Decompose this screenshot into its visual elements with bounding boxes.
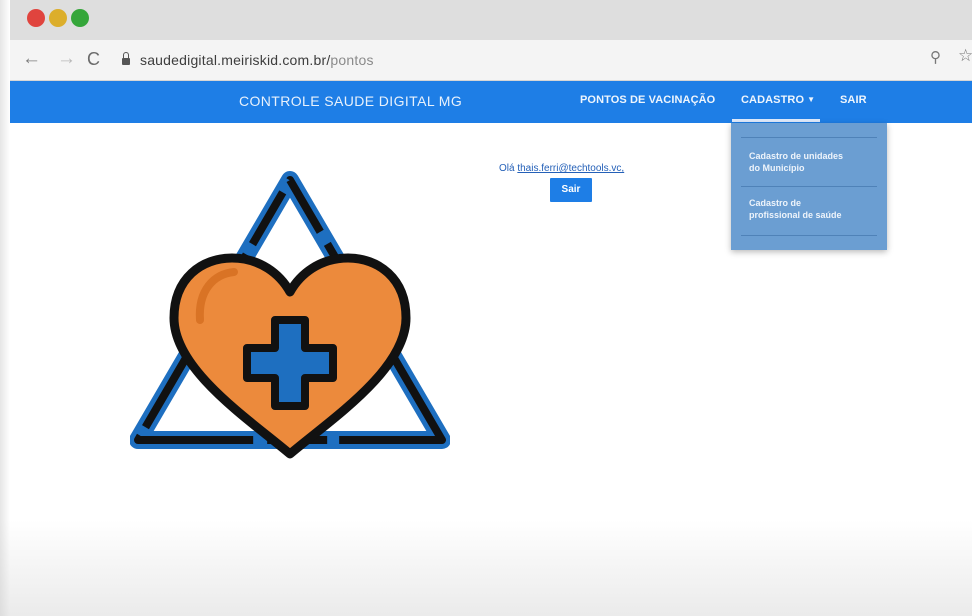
dropdown-item-line: do Município xyxy=(749,163,805,173)
close-window-button[interactable] xyxy=(27,9,45,27)
zoom-icon[interactable]: ⚲ xyxy=(930,48,941,66)
dropdown-divider xyxy=(741,186,877,187)
dropdown-item-line: profissional de saúde xyxy=(749,210,842,220)
bookmark-star-icon[interactable]: ☆ xyxy=(958,46,972,66)
cadastro-dropdown-menu: Cadastro de unidades do Município Cadast… xyxy=(731,123,887,250)
nav-sair[interactable]: SAIR xyxy=(840,94,867,106)
bottom-shadow xyxy=(0,520,972,616)
maximize-window-button[interactable] xyxy=(71,9,89,27)
url-path: pontos xyxy=(330,52,374,68)
health-heart-logo xyxy=(130,171,450,459)
nav-cadastro[interactable]: CADASTRO ▼ xyxy=(741,94,815,106)
minimize-window-button[interactable] xyxy=(49,9,67,27)
window-title-bar xyxy=(10,0,972,40)
browser-toolbar: ← → C saudedigital.meiriskid.com.br/pont… xyxy=(10,40,972,81)
dropdown-divider xyxy=(741,137,877,138)
logout-button[interactable]: Sair xyxy=(550,178,592,202)
forward-arrow-icon[interactable]: → xyxy=(57,47,76,71)
url-host: saudedigital.meiriskid.com.br/ xyxy=(140,52,331,68)
dropdown-item-line: Cadastro de xyxy=(749,198,802,208)
back-arrow-icon[interactable]: ← xyxy=(22,47,41,71)
nav-active-indicator xyxy=(732,119,820,122)
nav-pontos-de-vacinacao[interactable]: PONTOS DE VACINAÇÃO xyxy=(580,94,715,106)
chevron-down-icon: ▼ xyxy=(807,95,816,104)
dropdown-divider xyxy=(741,235,877,236)
reload-icon[interactable]: C xyxy=(87,47,100,71)
site-brand[interactable]: CONTROLE SAUDE DIGITAL MG xyxy=(239,93,462,109)
user-email: thais.ferri@techtools.vc, xyxy=(517,163,625,174)
site-navbar: CONTROLE SAUDE DIGITAL MG PONTOS DE VACI… xyxy=(10,81,972,123)
dropdown-item-cadastro-unidades[interactable]: Cadastro de unidades do Município xyxy=(749,150,877,174)
lock-icon xyxy=(122,52,130,65)
nav-cadastro-label: CADASTRO xyxy=(741,94,805,106)
window-left-edge xyxy=(0,0,10,616)
dropdown-item-cadastro-profissional[interactable]: Cadastro de profissional de saúde xyxy=(749,197,877,221)
dropdown-item-line: Cadastro de unidades xyxy=(749,151,844,161)
address-bar[interactable]: saudedigital.meiriskid.com.br/pontos xyxy=(122,48,902,72)
greeting-prefix: Olá xyxy=(499,163,515,174)
user-greeting: Olá thais.ferri@techtools.vc, xyxy=(499,163,624,174)
